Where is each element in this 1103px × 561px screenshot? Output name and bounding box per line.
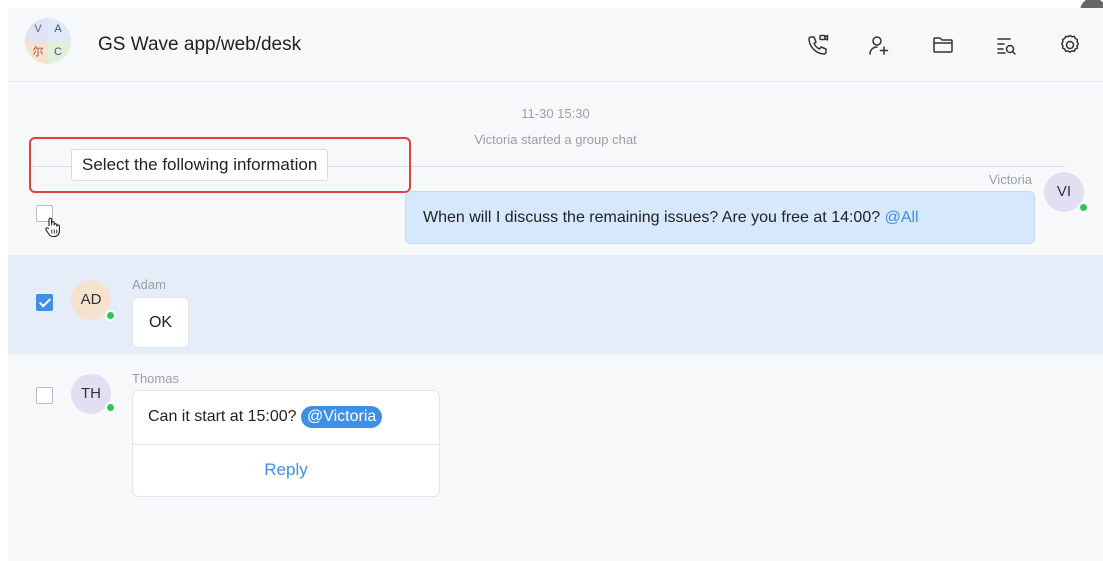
highlight-box [29, 137, 411, 193]
group-avatar-member-2: A [48, 18, 71, 41]
system-timestamp: 11-30 15:30 [521, 106, 590, 121]
select-checkbox-thomas[interactable] [36, 387, 53, 404]
settings-icon[interactable] [1057, 32, 1083, 58]
message-text: When will I discuss the remaining issues… [423, 209, 881, 226]
chat-window: V A 尔 C GS Wave app/web/desk 11-30 15:30… [8, 0, 1103, 561]
mention-victoria-pill[interactable]: @Victoria [300, 406, 383, 428]
online-status-icon [105, 310, 116, 321]
folder-icon[interactable] [930, 32, 956, 58]
group-avatar-member-1: V [25, 18, 48, 41]
message-text: OK [148, 314, 173, 331]
group-avatar[interactable]: V A 尔 C [25, 18, 71, 64]
group-avatar-member-3: 尔 [25, 41, 48, 64]
online-status-icon [1078, 202, 1089, 213]
search-history-icon[interactable] [993, 32, 1019, 58]
message-text: Can it start at 15:00? [148, 408, 297, 425]
sender-name-adam: Adam [132, 277, 166, 292]
reply-divider [133, 444, 439, 445]
call-icon[interactable] [805, 32, 831, 58]
message-bubble-victoria[interactable]: When will I discuss the remaining issues… [405, 191, 1035, 244]
hand-cursor-icon [45, 217, 60, 238]
reply-button[interactable]: Reply [133, 447, 439, 492]
message-bubble-adam[interactable]: OK [132, 297, 189, 348]
message-content: Can it start at 15:00? @Victoria [148, 406, 383, 428]
avatar-initials: AD [80, 291, 102, 308]
sender-name-victoria: Victoria [988, 172, 1032, 187]
mention-all-link[interactable]: @All [885, 209, 919, 226]
message-bubble-thomas[interactable]: Can it start at 15:00? @Victoria Reply [132, 390, 440, 497]
add-member-icon[interactable] [866, 32, 892, 58]
avatar-initials: VI [1056, 183, 1072, 200]
message-row-selected[interactable]: AD Adam OK [8, 255, 1103, 354]
group-avatar-member-4: C [48, 41, 71, 64]
avatar-initials: TH [81, 385, 101, 402]
chat-title: GS Wave app/web/desk [98, 34, 302, 55]
select-checkbox-adam[interactable] [36, 294, 53, 311]
chat-header: V A 尔 C GS Wave app/web/desk [8, 8, 1103, 82]
sender-name-thomas: Thomas [132, 371, 179, 386]
online-status-icon [105, 402, 116, 413]
